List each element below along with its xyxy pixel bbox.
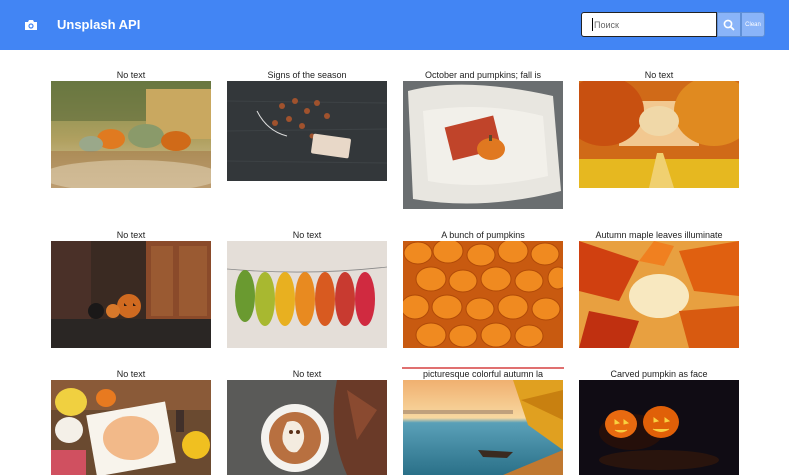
- photo-image[interactable]: [579, 380, 739, 475]
- search-icon: [723, 19, 735, 31]
- photo-caption: No text: [292, 369, 322, 379]
- photo-image[interactable]: [227, 241, 387, 348]
- app-title[interactable]: Unsplash API: [57, 17, 140, 33]
- photo-image[interactable]: [579, 81, 739, 188]
- photo-image[interactable]: [227, 380, 387, 475]
- photo-caption: Signs of the season: [267, 70, 347, 80]
- photo-image[interactable]: [403, 241, 563, 348]
- photo-caption: October and pumpkins; fall is: [424, 70, 542, 80]
- photo-image[interactable]: [227, 81, 387, 181]
- photo-image[interactable]: [51, 380, 211, 475]
- search-button[interactable]: [717, 12, 741, 37]
- navbar: Unsplash API Clean: [0, 0, 789, 50]
- photo-caption: No text: [116, 70, 146, 80]
- photo-caption: picturesque colorful autumn la: [422, 369, 544, 379]
- clean-button[interactable]: Clean: [741, 12, 765, 37]
- camera-icon[interactable]: [24, 18, 38, 32]
- search-input[interactable]: [581, 12, 717, 37]
- photo-caption: No text: [116, 230, 146, 240]
- photo-caption: No text: [292, 230, 322, 240]
- photo-caption: Autumn maple leaves illuminate: [595, 230, 723, 240]
- text-caret: [592, 18, 593, 31]
- photo-caption: No text: [116, 369, 146, 379]
- photo-image[interactable]: [403, 380, 563, 475]
- photo-caption: A bunch of pumpkins: [441, 230, 525, 240]
- photo-caption: No text: [644, 70, 674, 80]
- photo-caption: Carved pumpkin as face: [610, 369, 708, 379]
- photo-image[interactable]: [579, 241, 739, 348]
- photo-image[interactable]: [51, 81, 211, 188]
- photo-image[interactable]: [403, 81, 563, 209]
- photo-image[interactable]: [51, 241, 211, 348]
